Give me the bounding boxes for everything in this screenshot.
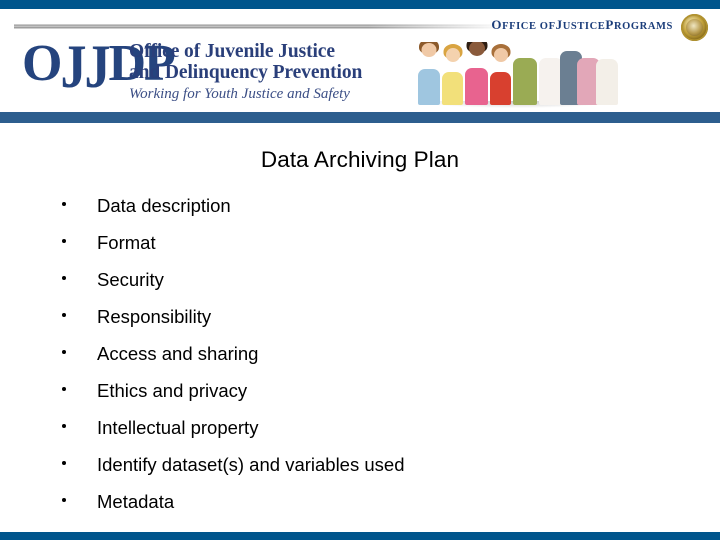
- list-item: Ethics and privacy: [0, 379, 720, 416]
- bullet-dot-icon: [62, 202, 66, 206]
- list-item-label: Security: [97, 269, 164, 290]
- photo-person-head: [445, 48, 460, 62]
- header-horizontal-rule: [14, 24, 506, 29]
- bullet-dot-icon: [62, 424, 66, 428]
- ojp-label-rograms: ROGRAMS: [613, 21, 673, 32]
- page-title: Data Archiving Plan: [260, 147, 460, 172]
- list-item-label: Ethics and privacy: [97, 380, 248, 401]
- office-of-justice-programs-label: O FFICE OF J USTICE P ROGRAMS: [491, 17, 673, 33]
- youth-group-photo: [414, 42, 618, 112]
- organization-name-block: Office of Juvenile Justice and Delinquen…: [129, 41, 362, 104]
- bullet-list: Data description Format Security Respons…: [0, 194, 720, 527]
- photo-person: [465, 42, 488, 105]
- bullet-dot-icon: [62, 313, 66, 317]
- list-item: Metadata: [0, 490, 720, 527]
- slide-header-banner: O FFICE OF J USTICE P ROGRAMS OJJDP Offi…: [0, 0, 720, 123]
- org-tagline: Working for Youth Justice and Safety: [129, 86, 350, 102]
- list-item-label: Access and sharing: [97, 343, 259, 364]
- list-item-label: Intellectual property: [97, 417, 259, 438]
- list-item: Identify dataset(s) and variables used: [0, 453, 720, 490]
- photo-person-head: [421, 43, 437, 57]
- slide: O FFICE OF J USTICE P ROGRAMS OJJDP Offi…: [0, 0, 720, 540]
- ojp-label-p: P: [605, 17, 614, 32]
- list-item: Intellectual property: [0, 416, 720, 453]
- list-item: Responsibility: [0, 305, 720, 342]
- ojp-label-o: O: [491, 17, 503, 32]
- bullet-dot-icon: [62, 498, 66, 502]
- bullet-dot-icon: [62, 461, 66, 465]
- list-item-label: Format: [97, 232, 156, 253]
- bullet-dot-icon: [62, 239, 66, 243]
- photo-person: [596, 59, 618, 105]
- header-top-blue-bar: [0, 0, 720, 9]
- footer-blue-bar: [0, 532, 720, 540]
- photo-person-head: [493, 48, 508, 62]
- ojp-label-j: J: [555, 17, 563, 32]
- org-name-line-1: Office of Juvenile Justice: [129, 41, 335, 62]
- photo-person: [490, 44, 511, 105]
- header-bottom-blue-bar: [0, 112, 720, 123]
- list-item-label: Metadata: [97, 491, 175, 512]
- doj-seal-icon: [681, 14, 708, 41]
- bullet-dot-icon: [62, 276, 66, 280]
- bullet-dot-icon: [62, 387, 66, 391]
- list-item-label: Responsibility: [97, 306, 212, 327]
- list-item: Access and sharing: [0, 342, 720, 379]
- list-item-label: Identify dataset(s) and variables used: [97, 454, 405, 475]
- ojp-label-ffice-of: FFICE OF: [502, 21, 556, 32]
- photo-person: [442, 44, 463, 105]
- bullet-dot-icon: [62, 350, 66, 354]
- photo-person: [418, 42, 440, 105]
- org-name-line-2: and Delinquency Prevention: [129, 62, 363, 83]
- list-item: Format: [0, 231, 720, 268]
- list-item-label: Data description: [97, 195, 231, 216]
- photo-person: [513, 58, 537, 105]
- photo-person-head: [468, 42, 485, 56]
- list-item: Data description: [0, 194, 720, 231]
- list-item: Security: [0, 268, 720, 305]
- ojp-label-ustice: USTICE: [562, 21, 606, 32]
